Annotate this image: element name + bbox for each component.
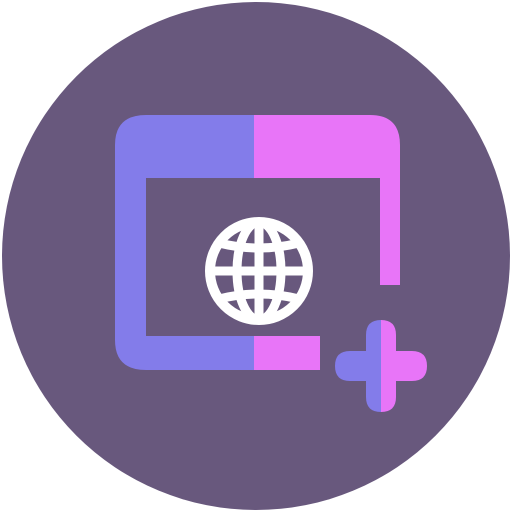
app-icon-svg: [2, 2, 510, 510]
add-web-browser-window-icon: [0, 0, 512, 512]
globe-icon: [205, 217, 313, 325]
